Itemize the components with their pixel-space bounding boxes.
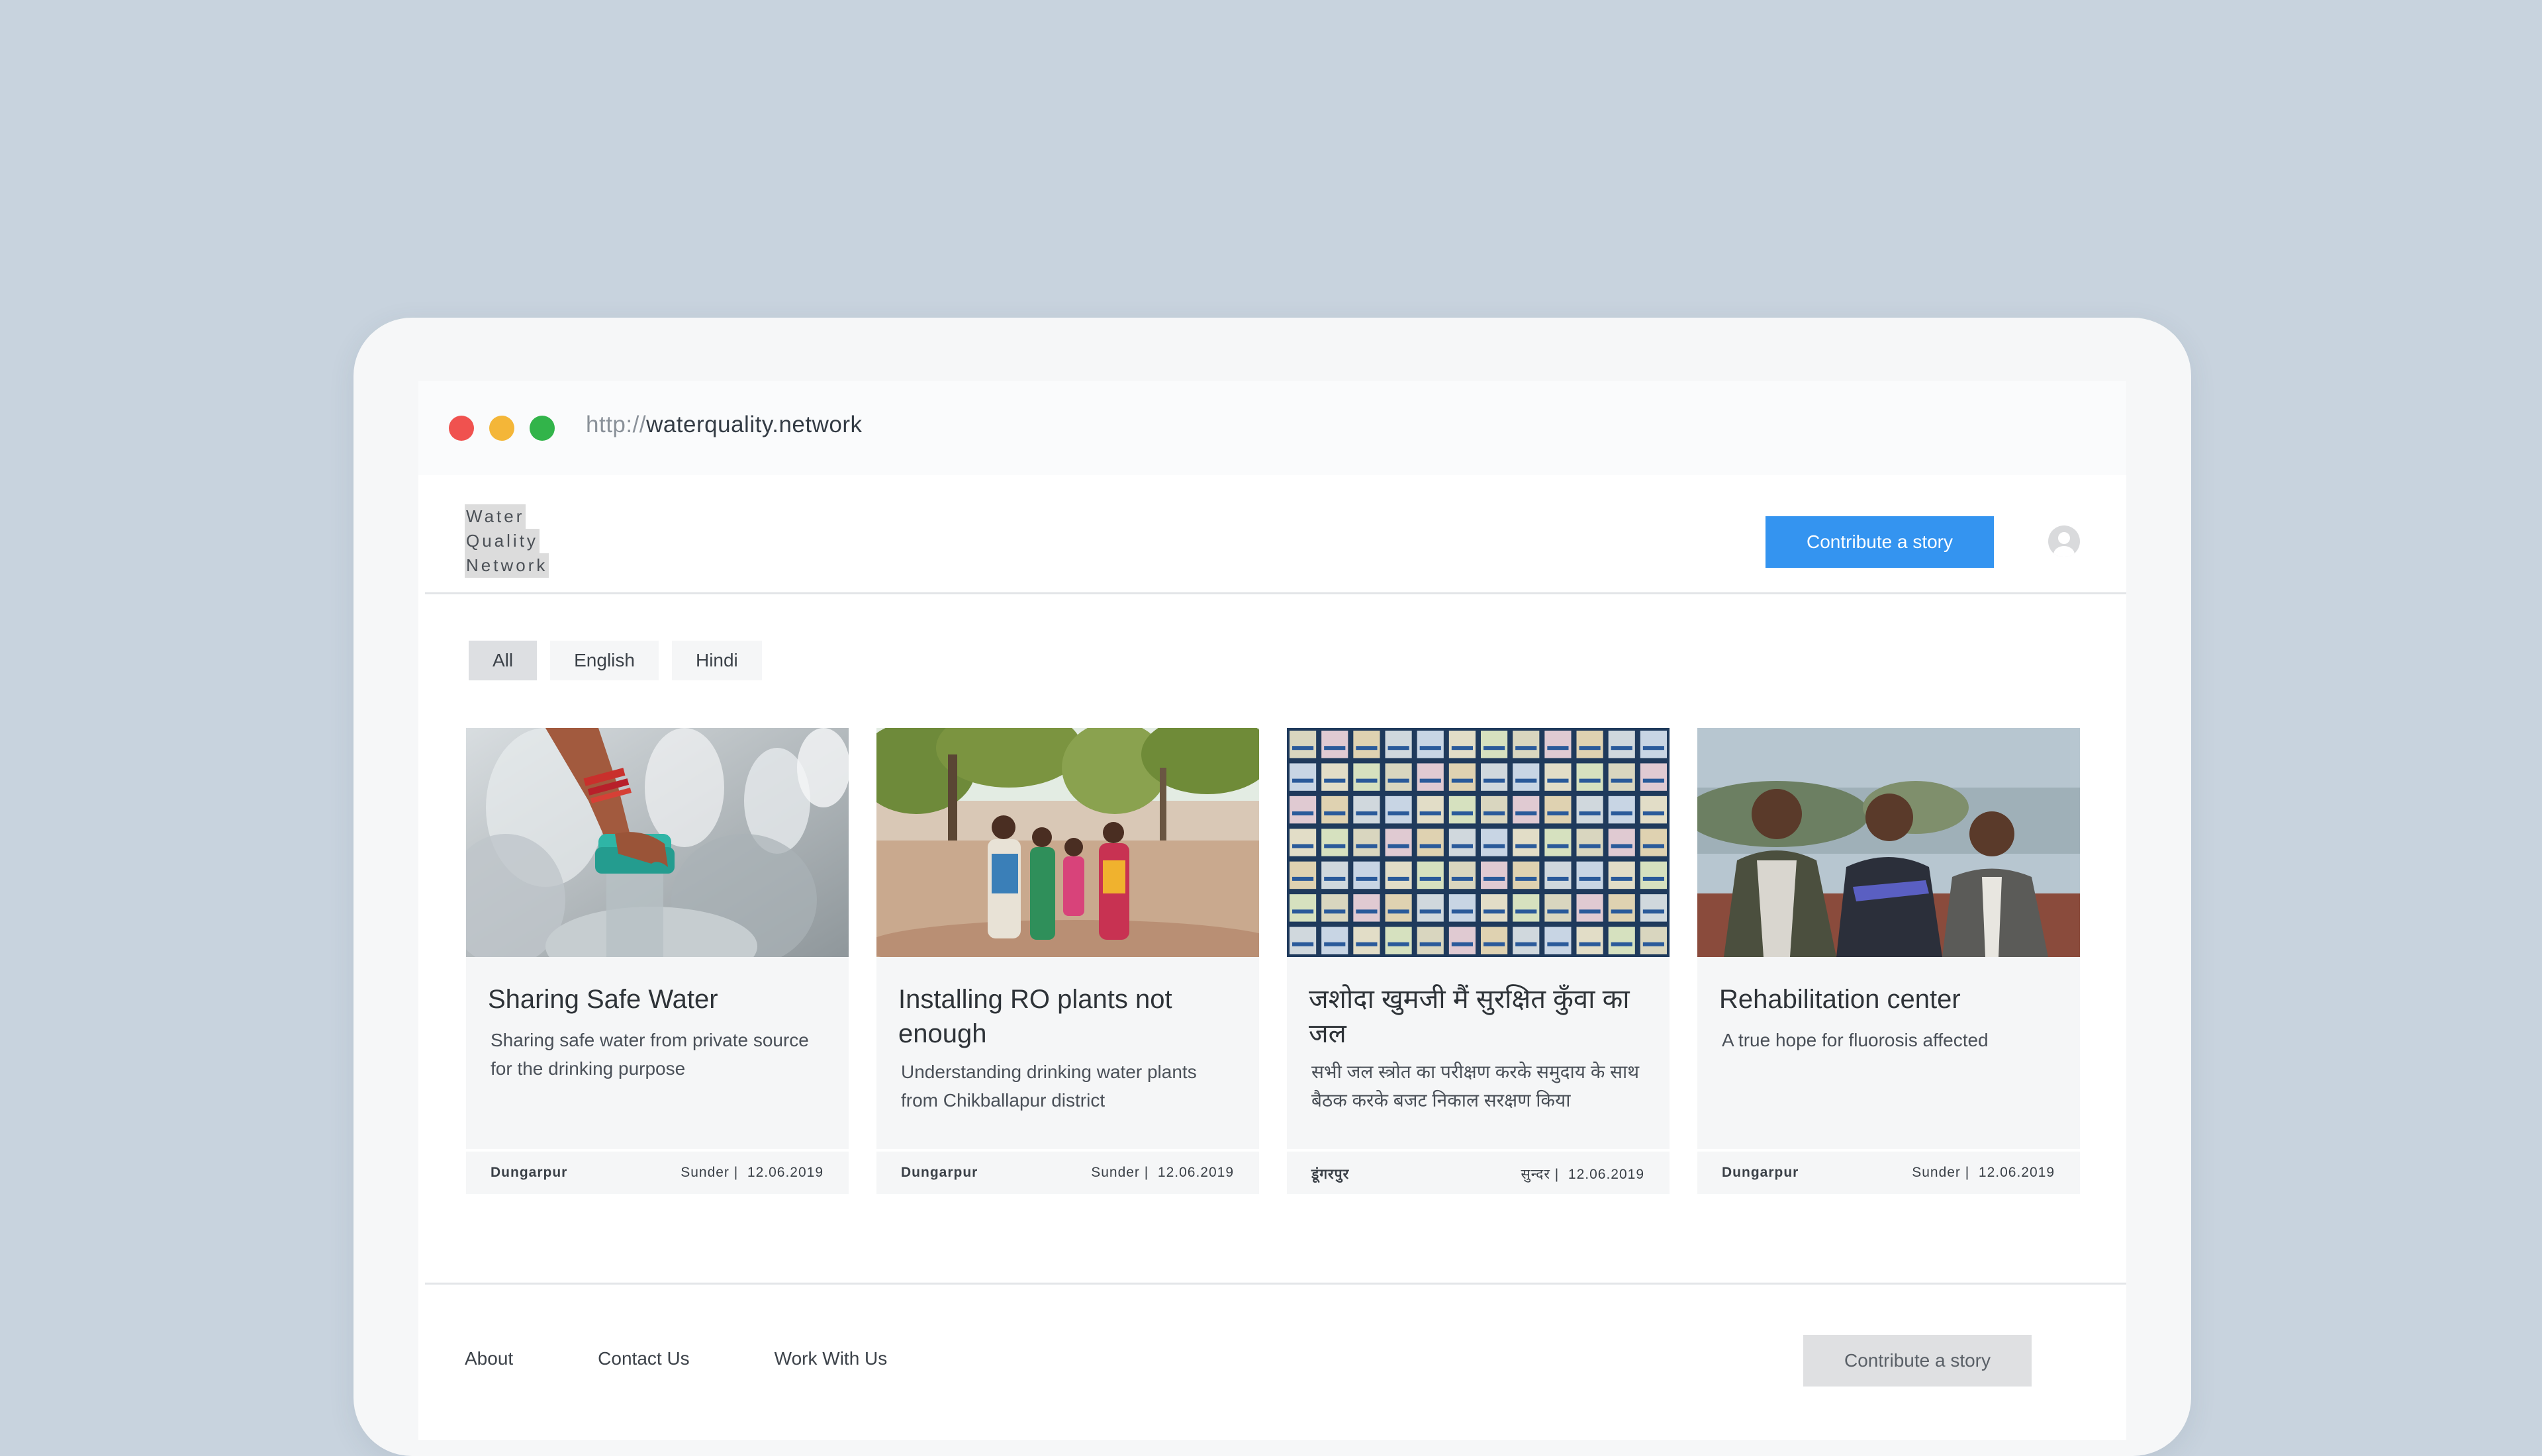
site-footer: About Contact Us Work With Us Contribute… xyxy=(425,1283,2126,1440)
browser-bar: http://waterquality.network xyxy=(418,381,2126,475)
story-card-rehabilitation-center[interactable]: Rehabilitation center A true hope for fl… xyxy=(1697,728,2080,1194)
story-location: Dungarpur xyxy=(491,1165,568,1180)
story-photo-water-bottles xyxy=(466,728,849,957)
address-bar[interactable]: http://waterquality.network xyxy=(586,412,863,438)
story-card-sharing-safe-water[interactable]: Sharing Safe Water Sharing safe water fr… xyxy=(466,728,849,1194)
story-description: Sharing safe water from private source f… xyxy=(491,1030,809,1079)
story-location: डूंगरपुर xyxy=(1311,1167,1350,1182)
url-protocol: http:// xyxy=(586,412,647,437)
story-title[interactable]: Sharing Safe Water xyxy=(488,982,832,1017)
story-meta: Dungarpur Sunder | 12.06.2019 xyxy=(1697,1149,2080,1194)
avatar-head-shape xyxy=(2058,532,2070,544)
close-window-button[interactable] xyxy=(449,416,474,441)
story-meta: Dungarpur Sunder | 12.06.2019 xyxy=(876,1149,1259,1194)
story-date: 12.06.2019 xyxy=(747,1165,824,1180)
story-author: Sunder | xyxy=(1091,1165,1149,1180)
footer-link-about[interactable]: About xyxy=(465,1348,513,1369)
logo-line-quality: Quality xyxy=(465,529,540,553)
contribute-story-button[interactable]: Contribute a story xyxy=(1765,516,1994,568)
browser-window: http://waterquality.network Water Qualit… xyxy=(418,381,2126,1440)
story-description: A true hope for fluorosis affected xyxy=(1722,1030,1989,1050)
footer-contribute-story-button[interactable]: Contribute a story xyxy=(1803,1335,2032,1387)
story-date: 12.06.2019 xyxy=(1978,1165,2055,1180)
story-author: सुन्दर | xyxy=(1521,1167,1560,1182)
site-logo[interactable]: Water Quality Network xyxy=(465,504,549,578)
story-title[interactable]: Rehabilitation center xyxy=(1719,982,2063,1017)
story-photo-men-talking xyxy=(1697,728,2080,957)
story-photo-water-samples xyxy=(1287,728,1670,957)
story-location: Dungarpur xyxy=(1722,1165,1799,1180)
story-date: 12.06.2019 xyxy=(1157,1165,1234,1180)
story-meta: डूंगरपुर सुन्दर | 12.06.2019 xyxy=(1287,1149,1670,1194)
logo-line-water: Water xyxy=(465,504,526,529)
story-byline: Sunder | 12.06.2019 xyxy=(1091,1165,1234,1181)
story-author: Sunder | xyxy=(1912,1165,1970,1180)
footer-link-work-with-us[interactable]: Work With Us xyxy=(775,1348,888,1369)
story-meta: Dungarpur Sunder | 12.06.2019 xyxy=(466,1149,849,1194)
story-date: 12.06.2019 xyxy=(1568,1167,1644,1182)
story-byline: Sunder | 12.06.2019 xyxy=(1912,1165,2055,1181)
story-photo-villagers xyxy=(876,728,1259,957)
filter-tab-english[interactable]: English xyxy=(550,641,659,680)
minimize-window-button[interactable] xyxy=(489,416,514,441)
footer-links: About Contact Us Work With Us xyxy=(465,1348,972,1369)
story-byline: Sunder | 12.06.2019 xyxy=(681,1165,824,1181)
maximize-window-button[interactable] xyxy=(530,416,555,441)
story-title[interactable]: जशोदा खुमजी मैं सुरक्षित कुँवा का जल xyxy=(1309,982,1653,1051)
filter-tab-hindi[interactable]: Hindi xyxy=(671,641,762,680)
story-byline: सुन्दर | 12.06.2019 xyxy=(1521,1165,1645,1183)
story-description: सभी जल स्त्रोत का परीक्षण करके समुदाय के… xyxy=(1311,1062,1640,1111)
avatar-body-shape xyxy=(2053,546,2075,557)
story-location: Dungarpur xyxy=(901,1165,978,1180)
url-host: waterquality.network xyxy=(646,412,863,437)
site-header: Water Quality Network Contribute a story xyxy=(425,475,2126,594)
story-card-jashoda-khumji[interactable]: जशोदा खुमजी मैं सुरक्षित कुँवा का जल सभी… xyxy=(1287,728,1670,1194)
story-title[interactable]: Installing RO plants not enough xyxy=(898,982,1243,1051)
story-card-installing-ro-plants[interactable]: Installing RO plants not enough Understa… xyxy=(876,728,1259,1194)
language-filter-tabs: All English Hindi xyxy=(469,641,762,680)
user-avatar-icon[interactable] xyxy=(2048,525,2080,557)
footer-link-contact[interactable]: Contact Us xyxy=(598,1348,690,1369)
filter-tab-all[interactable]: All xyxy=(469,641,538,680)
story-author: Sunder | xyxy=(681,1165,739,1180)
story-description: Understanding drinking water plants from… xyxy=(901,1062,1197,1111)
logo-line-network: Network xyxy=(465,553,549,578)
